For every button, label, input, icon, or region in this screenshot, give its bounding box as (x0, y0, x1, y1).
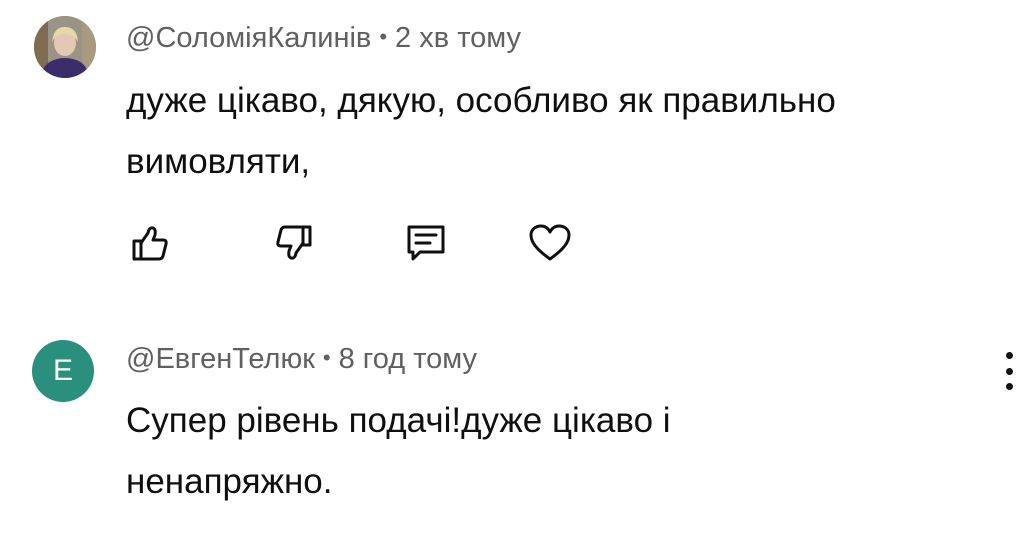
avatar-letter: E (52, 354, 73, 387)
comment-text-line: дуже цікаво, дякую, особливо як правильн… (126, 81, 836, 120)
thumbs-down-icon (276, 225, 312, 260)
user-avatar[interactable] (34, 16, 96, 78)
kebab-dot (1005, 352, 1013, 359)
comment-time[interactable]: 2 хв тому (395, 22, 521, 54)
thumbs-up-icon (132, 226, 168, 261)
kebab-dot (1005, 367, 1013, 375)
comment-author[interactable]: @ЕвгенТелюк (126, 343, 315, 375)
comment-text: дуже цікаво, дякую, особливо як правильн… (126, 70, 986, 192)
comment-text-line: Супер рівень подачі!дуже цікаво і (126, 401, 671, 440)
heart-icon (529, 224, 571, 261)
like-button[interactable] (126, 220, 174, 266)
comment-meta: @СоломіяКалинів • 2 хв тому (126, 22, 521, 55)
comment-author[interactable]: @СоломіяКалинів (126, 22, 371, 54)
reply-button[interactable] (402, 220, 450, 266)
comment-meta: @ЕвгенТелюк • 8 год тому (126, 343, 477, 376)
user-avatar[interactable]: E (32, 340, 94, 402)
avatar-photo-icon (34, 16, 96, 78)
comment-text: Супер рівень подачі!дуже цікаво і ненапр… (126, 390, 986, 512)
dislike-button[interactable] (270, 220, 318, 266)
kebab-dot (1005, 383, 1013, 390)
heart-button[interactable] (526, 220, 574, 266)
reply-icon (407, 225, 445, 261)
comment-text-line: ненапряжно. (126, 462, 333, 501)
comment-text-line: вимовляти, (126, 142, 311, 181)
separator-dot: • (379, 24, 388, 49)
more-options-button[interactable] (1002, 352, 1016, 390)
comment-time[interactable]: 8 год тому (339, 343, 477, 375)
separator-dot: • (322, 345, 331, 370)
